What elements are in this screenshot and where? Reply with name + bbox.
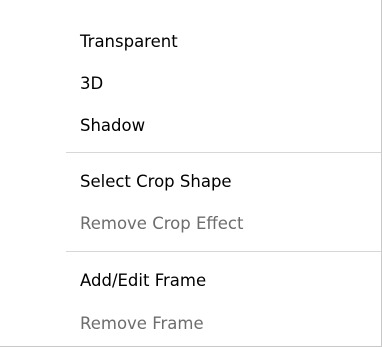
menu-item-transparent[interactable]: Transparent: [66, 22, 381, 62]
context-menu: Transparent 3D Shadow Select Crop Shape …: [0, 0, 382, 347]
menu-item-3d[interactable]: 3D: [66, 64, 381, 104]
menu-separator: [66, 152, 381, 153]
menu-separator: [66, 251, 381, 252]
menu-item-shadow[interactable]: Shadow: [66, 106, 381, 146]
menu-item-remove-frame: Remove Frame: [80, 314, 204, 333]
menu-item-add-edit-frame[interactable]: Add/Edit Frame: [66, 261, 381, 301]
menu-item-remove-crop-effect: Remove Crop Effect: [80, 214, 244, 233]
menu-item-select-crop-shape[interactable]: Select Crop Shape: [66, 162, 381, 202]
